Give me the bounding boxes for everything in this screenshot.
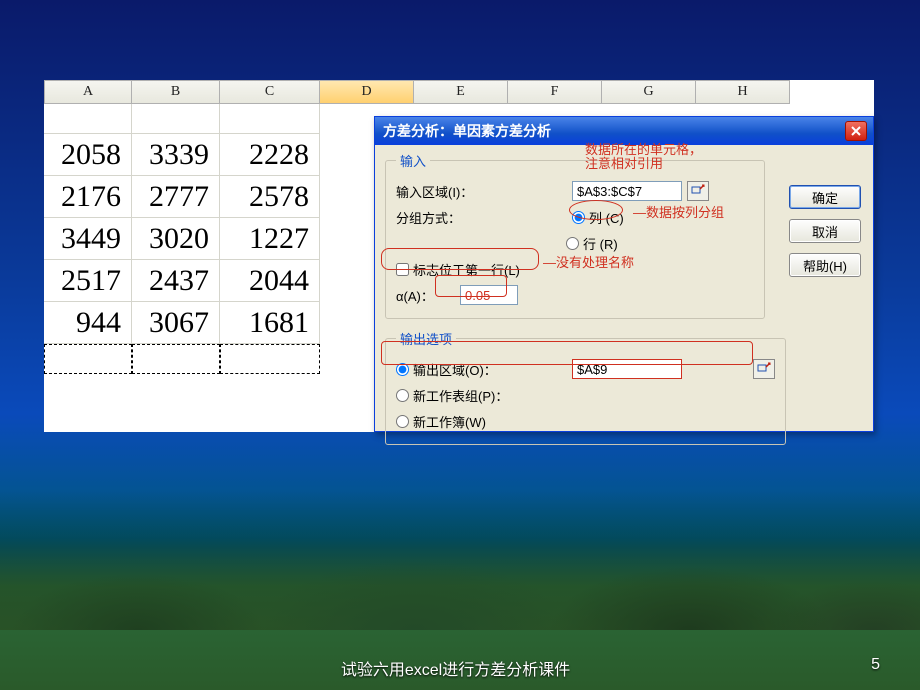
cell[interactable] — [44, 344, 132, 374]
annotation-circle-column — [569, 200, 623, 220]
input-range-line: 输入区域(I)： — [396, 178, 754, 204]
annotation-group-col: —数据按列分组 — [633, 202, 724, 221]
new-worksheet-line: 新工作表组(P)： — [396, 382, 775, 408]
annotation-no-label: —没有处理名称 — [543, 252, 634, 271]
dialog-title: 方差分析：单因素方差分析 — [383, 121, 551, 141]
cell[interactable]: 2176 — [44, 176, 132, 218]
radio-new-worksheet-label: 新工作表组(P)： — [413, 386, 508, 405]
radio-new-worksheet[interactable]: 新工作表组(P)： — [396, 386, 508, 405]
close-button[interactable] — [845, 121, 867, 141]
range-selector-icon — [757, 362, 771, 376]
dialog-buttons: 确定 取消 帮助(H) — [789, 185, 861, 277]
spreadsheet-rows: 2058 3339 2228 2176 2777 2578 3449 3020 … — [44, 104, 320, 374]
cell[interactable]: 2578 — [220, 176, 320, 218]
help-button[interactable]: 帮助(H) — [789, 253, 861, 277]
output-range-selector-button[interactable] — [753, 359, 775, 379]
cell[interactable] — [132, 344, 220, 374]
cell[interactable]: 1681 — [220, 302, 320, 344]
annotation-box-output — [381, 341, 753, 365]
col-header-F[interactable]: F — [508, 80, 602, 104]
anova-dialog: 方差分析：单因素方差分析 数据所在的单元格， 注意相对引用 输入 输入区域(I)… — [374, 116, 874, 432]
new-workbook-line: 新工作簿(W) — [396, 408, 775, 434]
annotation-box-alpha — [435, 275, 507, 297]
col-header-G[interactable]: G — [602, 80, 696, 104]
range-selector-button[interactable] — [687, 181, 709, 201]
radio-new-worksheet-input[interactable] — [396, 389, 409, 402]
close-icon — [851, 126, 861, 136]
cell[interactable]: 2517 — [44, 260, 132, 302]
page-number: 5 — [871, 656, 880, 680]
column-headers: A B C D E F G H — [44, 80, 874, 104]
input-range-label: 输入区域(I)： — [396, 182, 566, 201]
col-header-E[interactable]: E — [414, 80, 508, 104]
background-mountains — [0, 490, 920, 630]
cell[interactable]: 2777 — [132, 176, 220, 218]
cell[interactable] — [220, 344, 320, 374]
cancel-button[interactable]: 取消 — [789, 219, 861, 243]
radio-new-workbook[interactable]: 新工作簿(W) — [396, 412, 486, 431]
cell[interactable]: 2228 — [220, 134, 320, 176]
cell[interactable]: 944 — [44, 302, 132, 344]
col-header-A[interactable]: A — [44, 80, 132, 104]
annotation-box-firstrow — [381, 248, 539, 270]
cell[interactable] — [44, 104, 132, 134]
input-range-field[interactable] — [572, 181, 682, 201]
radio-new-workbook-label: 新工作簿(W) — [413, 412, 486, 431]
cell[interactable] — [220, 104, 320, 134]
annotation-cell-ref: 数据所在的单元格， 注意相对引用 — [585, 143, 702, 171]
table-row: 2517 2437 2044 — [44, 260, 320, 302]
input-fieldset: 输入 输入区域(I)： 分组方式： 列 (C) —数据按列分组 — [385, 151, 765, 319]
cell[interactable]: 3339 — [132, 134, 220, 176]
ok-button[interactable]: 确定 — [789, 185, 861, 209]
col-header-H[interactable]: H — [696, 80, 790, 104]
input-legend: 输入 — [396, 151, 430, 170]
cell[interactable]: 2058 — [44, 134, 132, 176]
radio-row-label: 行 (R) — [583, 234, 618, 253]
slide-footer: 试验六用excel进行方差分析课件 5 — [0, 656, 920, 680]
table-row: 944 3067 1681 — [44, 302, 320, 344]
radio-new-workbook-input[interactable] — [396, 415, 409, 428]
range-selector-icon — [691, 184, 705, 198]
cell[interactable]: 1227 — [220, 218, 320, 260]
cell[interactable]: 2044 — [220, 260, 320, 302]
col-header-B[interactable]: B — [132, 80, 220, 104]
group-method-label: 分组方式： — [396, 208, 566, 227]
table-row: 2058 3339 2228 — [44, 134, 320, 176]
col-header-D[interactable]: D — [320, 80, 414, 104]
cell[interactable]: 3020 — [132, 218, 220, 260]
table-row: 2176 2777 2578 — [44, 176, 320, 218]
table-row — [44, 104, 320, 134]
table-row-selected — [44, 344, 320, 374]
cell[interactable] — [132, 104, 220, 134]
cell[interactable]: 3449 — [44, 218, 132, 260]
table-row: 3449 3020 1227 — [44, 218, 320, 260]
spreadsheet: A B C D E F G H 2058 3339 2228 2176 2777 — [44, 80, 874, 104]
radio-row-input[interactable] — [566, 237, 579, 250]
cell[interactable]: 3067 — [132, 302, 220, 344]
cell[interactable]: 2437 — [132, 260, 220, 302]
dialog-body: 数据所在的单元格， 注意相对引用 输入 输入区域(I)： 分组方式： 列 (C) — [375, 145, 873, 461]
footer-text: 试验六用excel进行方差分析课件 — [341, 656, 570, 680]
radio-row[interactable]: 行 (R) — [566, 234, 618, 253]
output-fieldset: 输出选项 输出区域(O)： 新工作表组(P)： — [385, 329, 786, 445]
dialog-titlebar[interactable]: 方差分析：单因素方差分析 — [375, 117, 873, 145]
col-header-C[interactable]: C — [220, 80, 320, 104]
